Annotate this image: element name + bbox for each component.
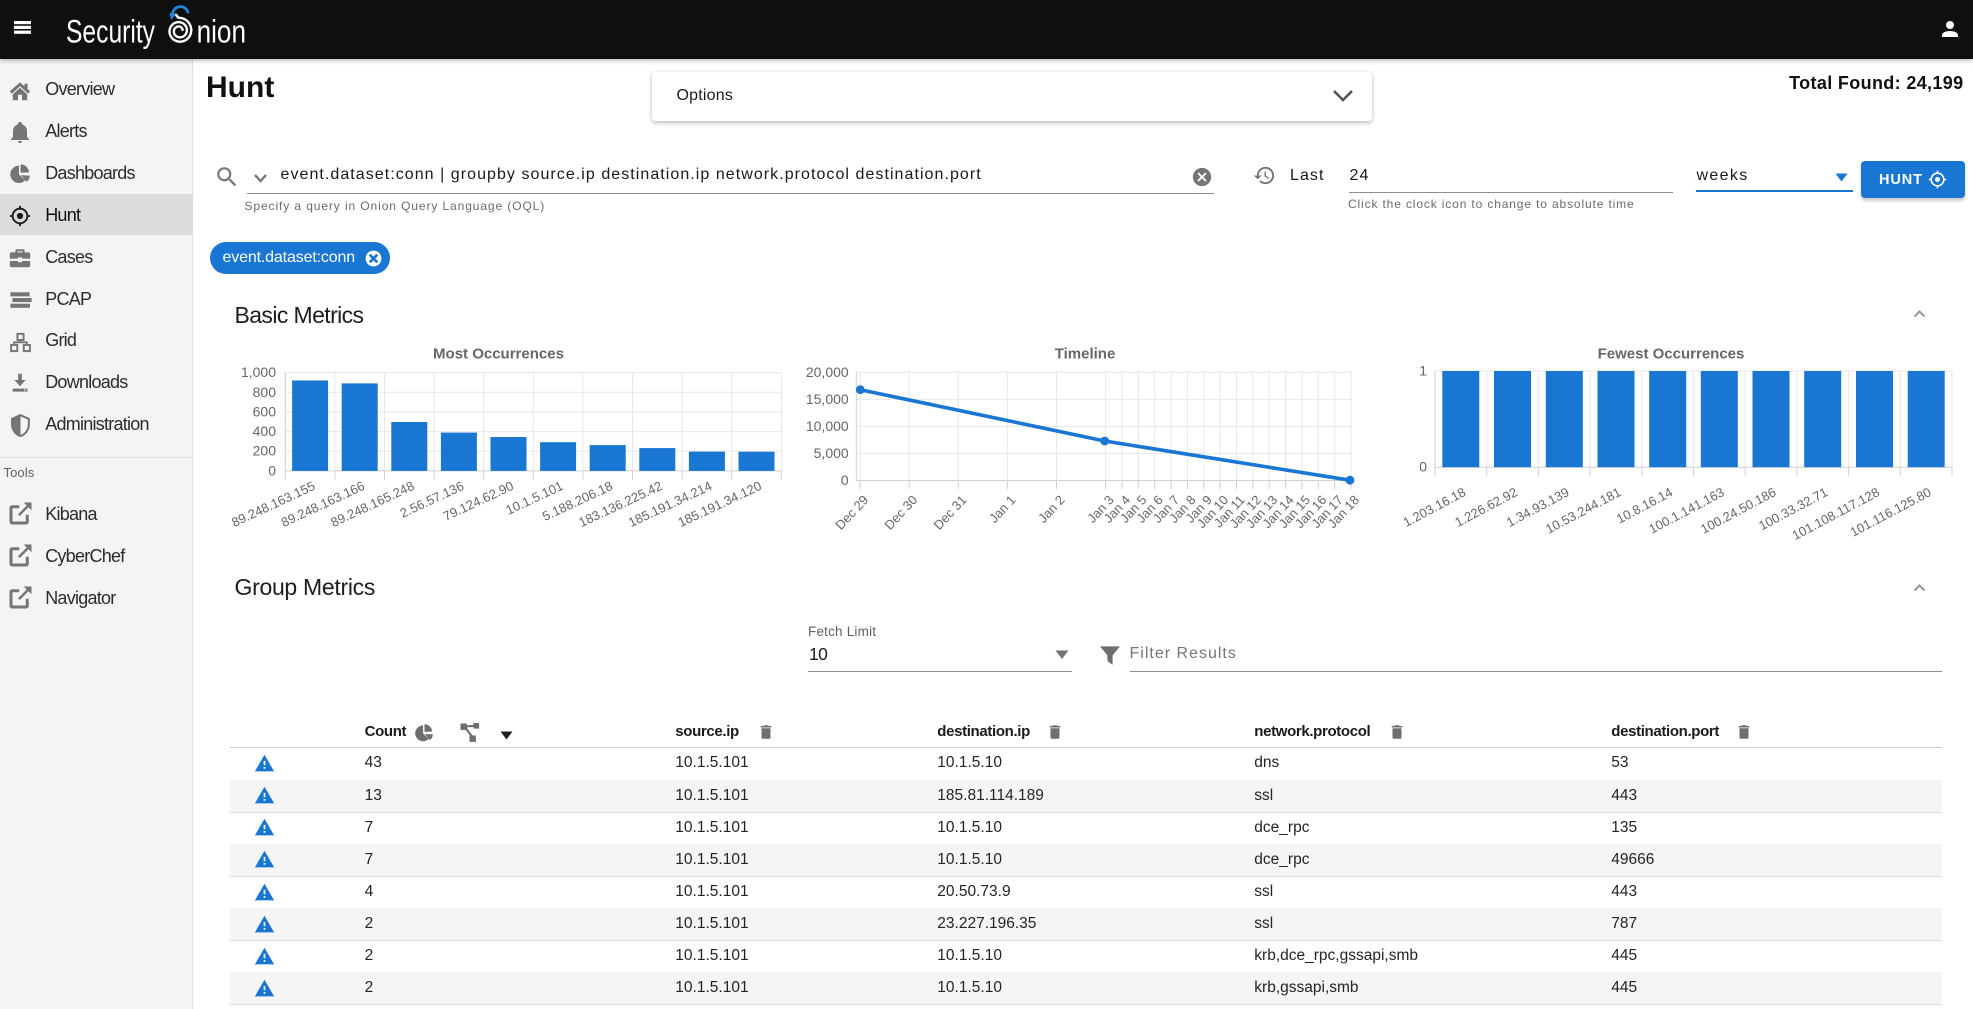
svg-text:400: 400 (253, 423, 277, 439)
svg-text:15,000: 15,000 (806, 391, 849, 407)
svg-text:0: 0 (841, 472, 849, 488)
svg-text:Jan 1: Jan 1 (986, 492, 1019, 525)
svg-text:Fewest Occurrences: Fewest Occurrences (1598, 346, 1745, 363)
svg-text:1,000: 1,000 (241, 364, 276, 380)
svg-text:1: 1 (1419, 363, 1427, 379)
svg-text:Most Occurrences: Most Occurrences (433, 346, 564, 363)
svg-text:185.191.34.120: 185.191.34.120 (676, 478, 764, 530)
svg-text:0: 0 (268, 462, 276, 478)
svg-text:Security: Security (66, 14, 155, 50)
svg-text:nion: nion (197, 14, 246, 50)
svg-text:Dec 29: Dec 29 (832, 492, 871, 532)
svg-text:600: 600 (253, 403, 277, 419)
svg-text:10,000: 10,000 (806, 418, 849, 434)
svg-text:800: 800 (253, 384, 277, 400)
svg-text:200: 200 (253, 443, 277, 459)
svg-text:Jan 2: Jan 2 (1035, 492, 1068, 525)
svg-text:101.108.117.128: 101.108.117.128 (1790, 484, 1882, 543)
svg-text:5,000: 5,000 (814, 445, 849, 461)
svg-text:0: 0 (1419, 459, 1427, 475)
svg-text:Dec 30: Dec 30 (881, 492, 920, 532)
svg-text:20,000: 20,000 (806, 364, 849, 380)
svg-text:Timeline: Timeline (1055, 346, 1116, 363)
svg-text:Dec 31: Dec 31 (930, 492, 969, 532)
